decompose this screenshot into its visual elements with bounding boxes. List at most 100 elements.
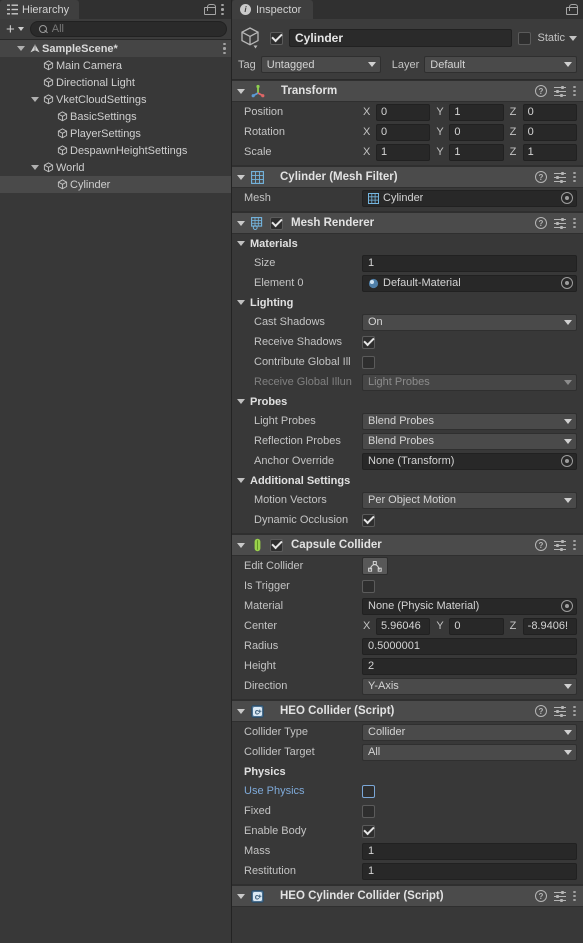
kebab-menu-icon[interactable] (573, 85, 576, 97)
chevron-down-icon[interactable] (237, 893, 245, 899)
checkbox-input[interactable] (362, 513, 375, 527)
text-input[interactable]: 1 (362, 254, 577, 272)
checkbox-input[interactable] (362, 804, 375, 818)
dropdown-field[interactable]: Y-Axis (362, 677, 577, 695)
section-header[interactable]: Materials (232, 234, 583, 253)
component-header-heo-collider[interactable]: c HEO Collider (Script)? (232, 700, 583, 722)
checkbox-input[interactable] (362, 824, 375, 838)
chevron-down-icon[interactable] (237, 88, 245, 94)
chevron-down-icon[interactable] (237, 174, 245, 180)
expand-toggle[interactable] (14, 46, 27, 51)
vector3-y-input[interactable]: 1 (449, 143, 504, 161)
help-icon[interactable]: ? (535, 539, 547, 551)
tab-hierarchy[interactable]: Hierarchy (0, 0, 80, 19)
component-enabled-checkbox[interactable] (270, 216, 283, 230)
dropdown-field[interactable]: Blend Probes (362, 432, 577, 450)
kebab-menu-icon[interactable] (221, 4, 224, 15)
object-reference-field[interactable]: None (Transform) (362, 452, 577, 470)
vector3-x-input[interactable]: 1 (376, 143, 431, 161)
help-icon[interactable]: ? (535, 217, 547, 229)
chevron-down-icon[interactable] (237, 708, 245, 714)
expand-toggle[interactable] (28, 97, 41, 102)
vector3-z-input[interactable]: -8.9406! (522, 617, 577, 635)
hierarchy-item-row[interactable]: World (0, 159, 231, 176)
component-header-heo-cylinder-collider[interactable]: c HEO Cylinder Collider (Script)? (232, 885, 583, 907)
checkbox-input[interactable] (362, 784, 375, 798)
component-header-capsule-collider[interactable]: Capsule Collider? (232, 534, 583, 556)
text-input[interactable]: 2 (362, 657, 577, 675)
hierarchy-item-row[interactable]: Cylinder (0, 176, 231, 193)
search-input[interactable]: All (29, 21, 227, 37)
kebab-menu-icon[interactable] (573, 171, 576, 183)
component-header-mesh-filter[interactable]: Cylinder (Mesh Filter)? (232, 166, 583, 188)
dropdown-field[interactable]: On (362, 313, 577, 331)
help-icon[interactable]: ? (535, 85, 547, 97)
section-header[interactable]: Lighting (232, 293, 583, 312)
object-reference-field[interactable]: None (Physic Material) (362, 597, 577, 615)
hierarchy-item-row[interactable]: Directional Light (0, 74, 231, 91)
vector3-y-input[interactable]: 0 (449, 123, 504, 141)
checkbox-input[interactable] (362, 335, 375, 349)
chevron-down-icon[interactable] (237, 220, 245, 226)
object-reference-field[interactable]: Cylinder (362, 189, 577, 207)
gameobject-enabled-checkbox[interactable] (270, 31, 283, 45)
text-input[interactable]: 1 (362, 862, 577, 880)
section-header[interactable]: Probes (232, 392, 583, 411)
static-dropdown[interactable]: Static (537, 32, 577, 44)
hierarchy-item-row[interactable]: PlayerSettings (0, 125, 231, 142)
lock-icon[interactable] (566, 4, 578, 15)
preset-icon[interactable] (554, 539, 566, 551)
vector3-z-input[interactable]: 1 (522, 143, 577, 161)
section-header[interactable]: Additional Settings (232, 471, 583, 490)
component-header-transform[interactable]: Transform? (232, 80, 583, 102)
hierarchy-item-row[interactable]: Main Camera (0, 57, 231, 74)
chevron-down-icon[interactable] (237, 478, 245, 483)
kebab-menu-icon[interactable] (573, 705, 576, 717)
help-icon[interactable]: ? (535, 890, 547, 902)
chevron-down-icon[interactable] (237, 542, 245, 548)
vector3-z-input[interactable]: 0 (522, 103, 577, 121)
text-input[interactable]: 0.5000001 (362, 637, 577, 655)
help-icon[interactable]: ? (535, 705, 547, 717)
dropdown-field[interactable]: Per Object Motion (362, 491, 577, 509)
help-icon[interactable]: ? (535, 171, 547, 183)
dropdown-field[interactable]: Collider (362, 723, 577, 741)
kebab-menu-icon[interactable] (223, 43, 226, 54)
dropdown-field[interactable]: Light Probes (362, 373, 577, 391)
preset-icon[interactable] (554, 171, 566, 183)
vector3-x-input[interactable]: 0 (376, 123, 431, 141)
component-header-mesh-renderer[interactable]: Mesh Renderer? (232, 212, 583, 234)
vector3-y-input[interactable]: 1 (449, 103, 504, 121)
text-input[interactable]: 1 (362, 842, 577, 860)
kebab-menu-icon[interactable] (573, 539, 576, 551)
kebab-menu-icon[interactable] (573, 890, 576, 902)
kebab-menu-icon[interactable] (573, 217, 576, 229)
object-picker-icon[interactable] (561, 192, 573, 204)
gameobject-name-field[interactable]: Cylinder (289, 29, 513, 47)
vector3-y-input[interactable]: 0 (449, 617, 504, 635)
hierarchy-scene-row[interactable]: SampleScene* (0, 40, 231, 57)
vector3-x-input[interactable]: 0 (376, 103, 431, 121)
hierarchy-item-row[interactable]: DespawnHeightSettings (0, 142, 231, 159)
dropdown-field[interactable]: All (362, 743, 577, 761)
checkbox-input[interactable] (362, 355, 375, 369)
object-picker-icon[interactable] (561, 455, 573, 467)
tag-dropdown[interactable]: Untagged (260, 56, 381, 73)
chevron-down-icon[interactable] (237, 241, 245, 246)
chevron-down-icon[interactable] (237, 300, 245, 305)
tab-inspector[interactable]: i Inspector (232, 0, 314, 19)
preset-icon[interactable] (554, 85, 566, 97)
hierarchy-item-row[interactable]: BasicSettings (0, 108, 231, 125)
chevron-down-icon[interactable] (237, 399, 245, 404)
object-picker-icon[interactable] (561, 600, 573, 612)
add-gameobject-button[interactable]: + (4, 21, 26, 38)
preset-icon[interactable] (554, 217, 566, 229)
vector3-x-input[interactable]: 5.96046 (376, 617, 431, 635)
hierarchy-item-row[interactable]: VketCloudSettings (0, 91, 231, 108)
object-picker-icon[interactable] (561, 277, 573, 289)
component-enabled-checkbox[interactable] (270, 538, 283, 552)
preset-icon[interactable] (554, 705, 566, 717)
dropdown-field[interactable]: Blend Probes (362, 412, 577, 430)
preset-icon[interactable] (554, 890, 566, 902)
lock-icon[interactable] (204, 4, 216, 15)
